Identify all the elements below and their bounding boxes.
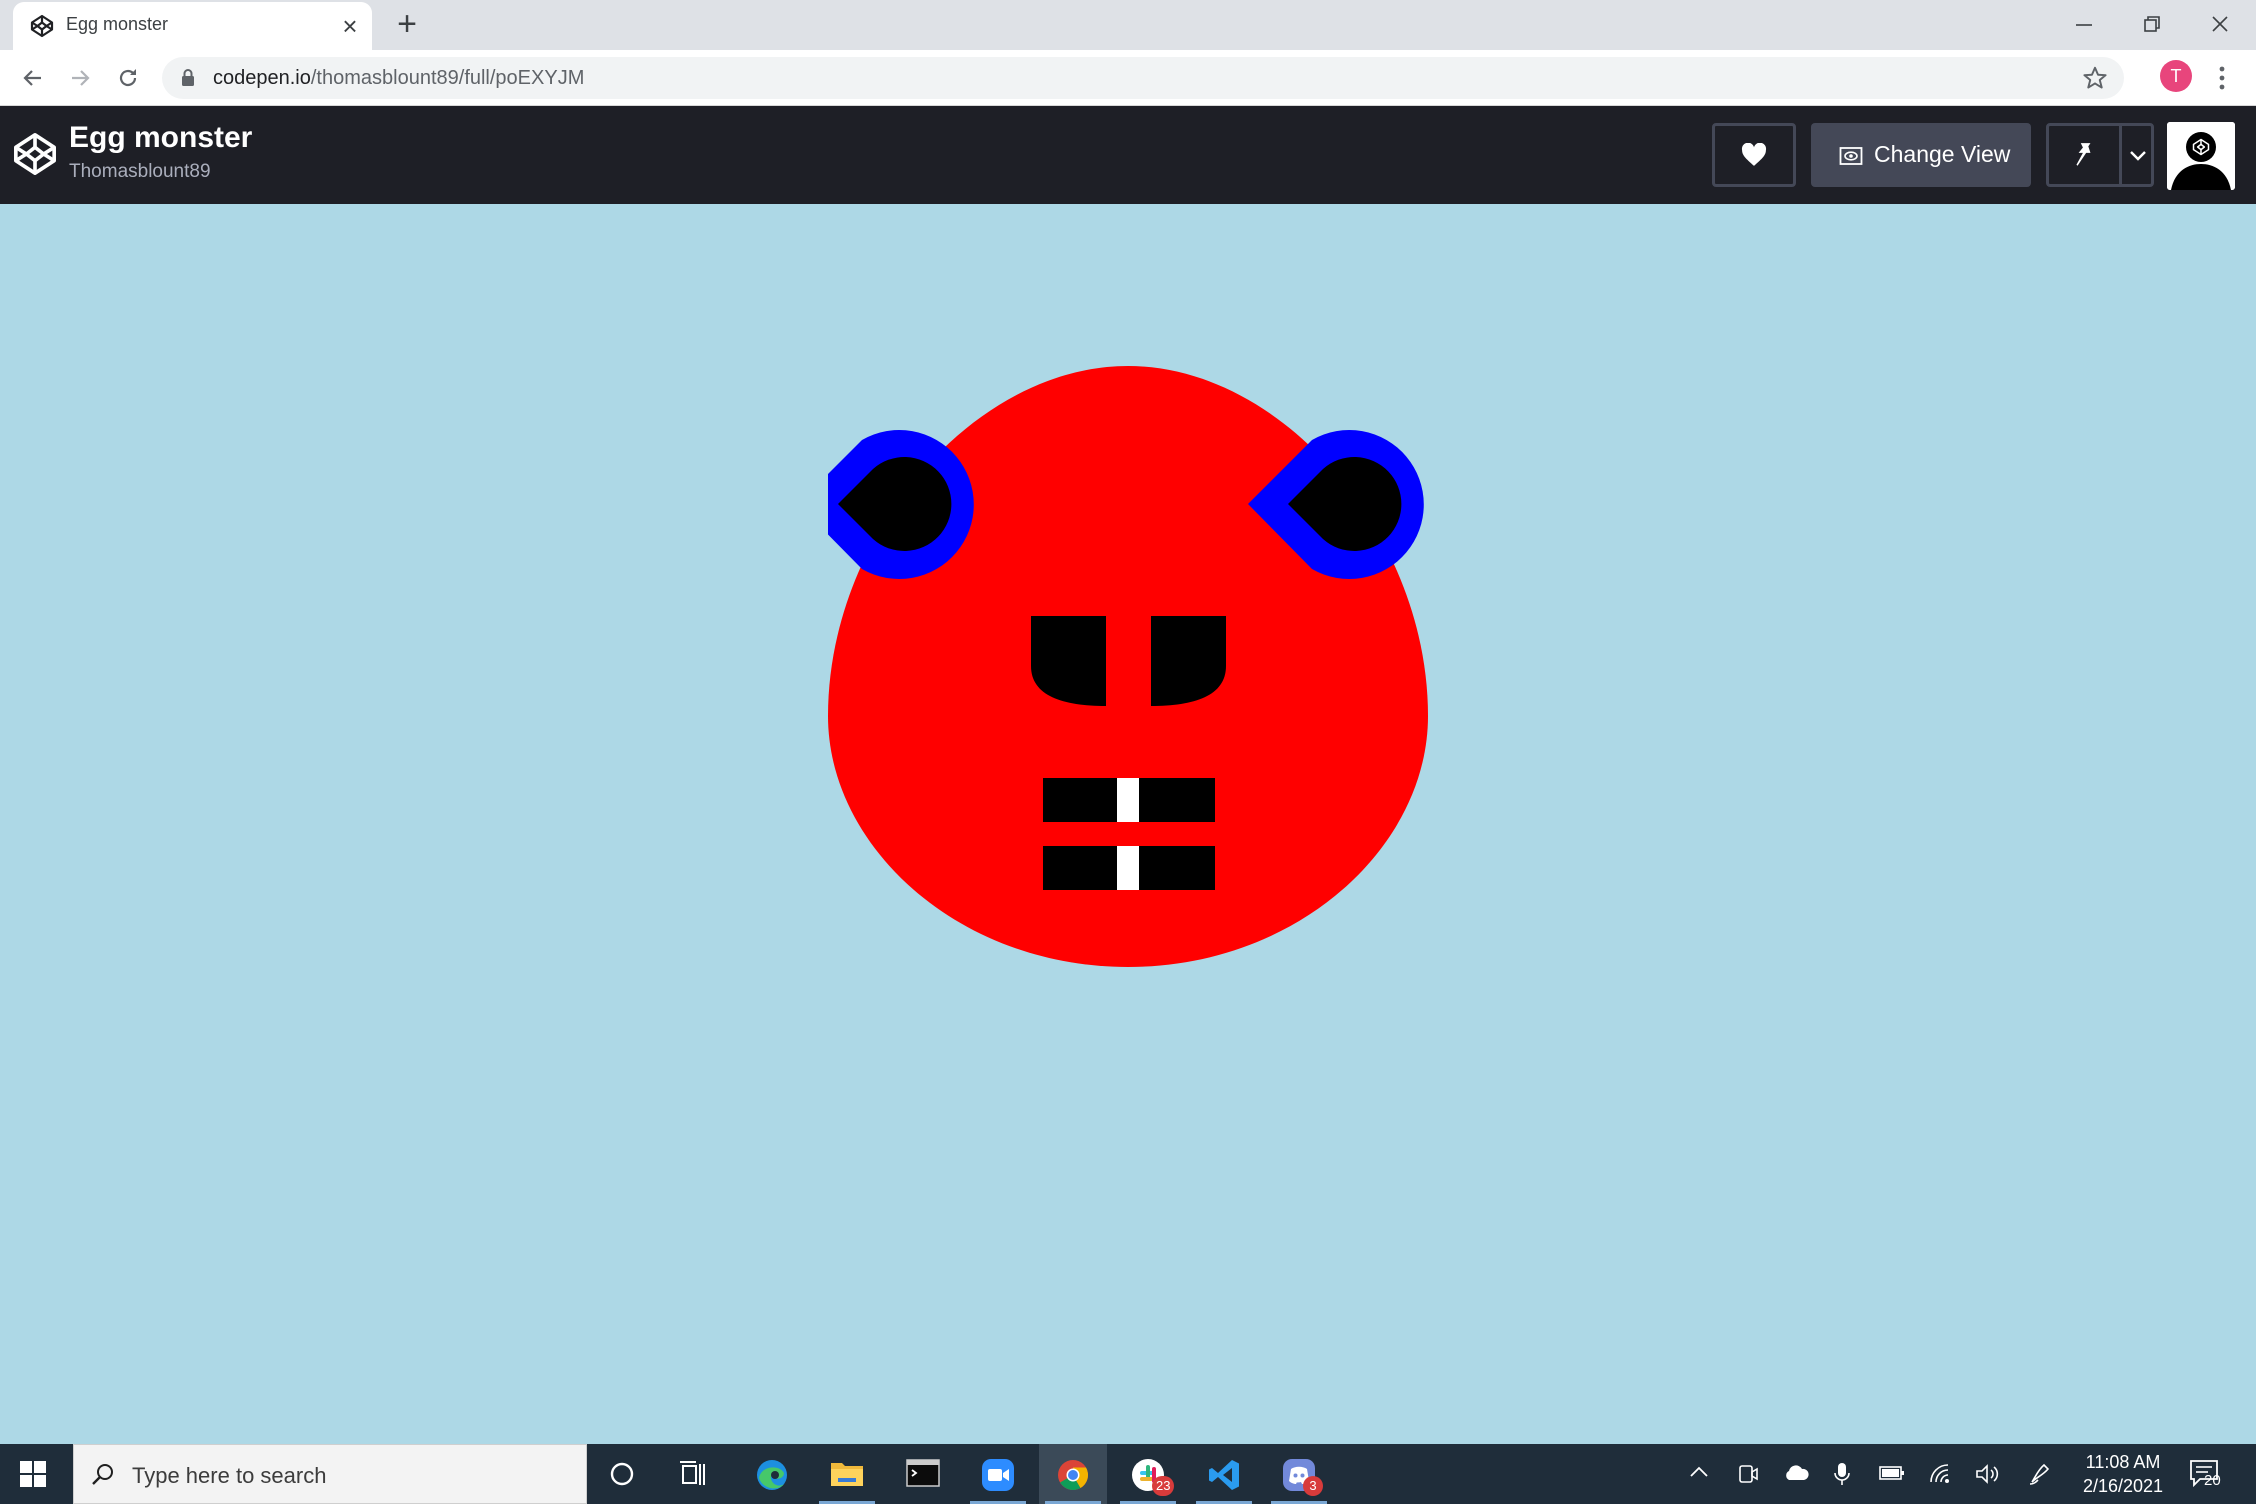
upper-tooth	[1117, 778, 1139, 822]
volume-icon[interactable]	[1974, 1462, 2000, 1486]
lower-tooth	[1117, 846, 1139, 890]
forward-button[interactable]	[62, 60, 98, 96]
like-button[interactable]	[1712, 123, 1796, 187]
terminal-icon	[906, 1459, 940, 1487]
codepen-header: Egg monster Thomasblount89 Change View	[0, 106, 2256, 204]
back-arrow-icon	[23, 70, 41, 86]
user-avatar-icon	[2167, 122, 2235, 190]
change-view-button[interactable]: Change View	[1811, 123, 2031, 187]
heart-icon	[1741, 143, 1767, 166]
codepen-favicon-icon	[30, 14, 54, 38]
taskbar-search-box[interactable]: Type here to search	[73, 1444, 587, 1504]
file-explorer-button[interactable]	[813, 1444, 881, 1504]
browser-tab[interactable]: Egg monster ×	[13, 2, 372, 50]
new-tab-icon[interactable]: +	[390, 7, 424, 42]
vscode-icon	[1209, 1460, 1239, 1490]
microphone-icon[interactable]	[1832, 1462, 1852, 1486]
browser-toolbar: codepen.io/thomasblount89/full/poEXYJM T	[0, 50, 2256, 106]
eye-frame-icon	[1839, 147, 1863, 165]
browser-tab-strip: Egg monster × +	[0, 0, 2256, 50]
discord-badge: 3	[1303, 1476, 1323, 1496]
search-placeholder: Type here to search	[132, 1463, 327, 1488]
terminal-button[interactable]	[889, 1444, 957, 1504]
profile-avatar[interactable]: T	[2160, 60, 2192, 92]
back-button[interactable]	[15, 60, 51, 96]
clock-date: 2/16/2021	[2082, 1476, 2164, 1496]
url-path: /thomasblount89/full/poEXYJM	[310, 67, 585, 89]
show-hidden-icons-chevron-icon[interactable]	[1688, 1462, 1710, 1484]
restore-window-button[interactable]	[2122, 4, 2182, 44]
user-avatar[interactable]	[2167, 122, 2235, 190]
folder-icon	[831, 1463, 863, 1486]
pen-ink-icon[interactable]	[2028, 1462, 2052, 1486]
chevron-down-icon[interactable]	[2129, 149, 2147, 163]
bookmark-star-icon[interactable]	[2082, 65, 2108, 91]
codepen-logo-icon[interactable]	[12, 131, 58, 177]
meet-now-icon[interactable]	[1736, 1462, 1760, 1486]
windows-start-icon[interactable]	[20, 1461, 46, 1487]
close-icon	[2212, 16, 2228, 32]
vscode-button[interactable]	[1190, 1444, 1258, 1504]
windows-taskbar: Type here to search 23 3 11:08 AM 2/16/2…	[0, 1444, 2256, 1504]
left-eye	[828, 430, 974, 579]
lock-icon	[182, 69, 194, 86]
onedrive-cloud-icon[interactable]	[1782, 1462, 1810, 1484]
task-view-icon	[680, 1461, 705, 1485]
minimize-window-button[interactable]	[2054, 4, 2114, 44]
slack-button[interactable]: 23	[1114, 1444, 1182, 1504]
wifi-icon[interactable]	[1928, 1462, 1954, 1486]
forward-arrow-icon	[72, 70, 90, 86]
tab-close-icon[interactable]: ×	[335, 11, 365, 41]
minimize-icon	[2076, 24, 2092, 26]
reload-button[interactable]	[110, 60, 146, 96]
discord-button[interactable]: 3	[1265, 1444, 1333, 1504]
cortana-button[interactable]	[590, 1444, 658, 1504]
browser-menu-icon[interactable]	[2212, 62, 2232, 94]
task-view-button[interactable]	[661, 1444, 729, 1504]
close-window-button[interactable]	[2190, 4, 2250, 44]
address-bar[interactable]: codepen.io/thomasblount89/full/poEXYJM	[162, 57, 2124, 99]
pin-icon	[2076, 143, 2091, 166]
restore-icon	[2144, 16, 2160, 32]
url-domain: codepen.io	[213, 67, 311, 89]
reload-icon	[119, 69, 137, 87]
pin-button[interactable]	[2046, 123, 2154, 187]
pen-preview	[0, 204, 2256, 1444]
pen-author[interactable]: Thomasblount89	[69, 161, 211, 183]
tab-title: Egg monster	[66, 14, 169, 34]
chrome-icon	[1058, 1460, 1089, 1490]
battery-icon[interactable]	[1878, 1462, 1906, 1484]
url-text: codepen.io/thomasblount89/full/poEXYJM	[213, 67, 584, 90]
pin-divider	[2119, 126, 2122, 184]
system-clock[interactable]: 11:08 AM 2/16/2021	[2068, 1450, 2178, 1498]
pen-title: Egg monster	[69, 121, 253, 154]
edge-icon	[757, 1460, 787, 1490]
edge-taskbar-button[interactable]	[738, 1444, 806, 1504]
chrome-button[interactable]	[1039, 1444, 1107, 1504]
zoom-button[interactable]	[964, 1444, 1032, 1504]
slack-badge: 23	[1152, 1476, 1175, 1496]
cortana-icon	[610, 1462, 634, 1486]
search-icon	[92, 1464, 113, 1485]
clock-time: 11:08 AM	[2085, 1452, 2161, 1472]
change-view-label: Change View	[1874, 141, 2011, 167]
zoom-icon	[982, 1459, 1014, 1491]
egg-monster	[828, 366, 1428, 967]
notification-count: 20	[2204, 1472, 2221, 1489]
